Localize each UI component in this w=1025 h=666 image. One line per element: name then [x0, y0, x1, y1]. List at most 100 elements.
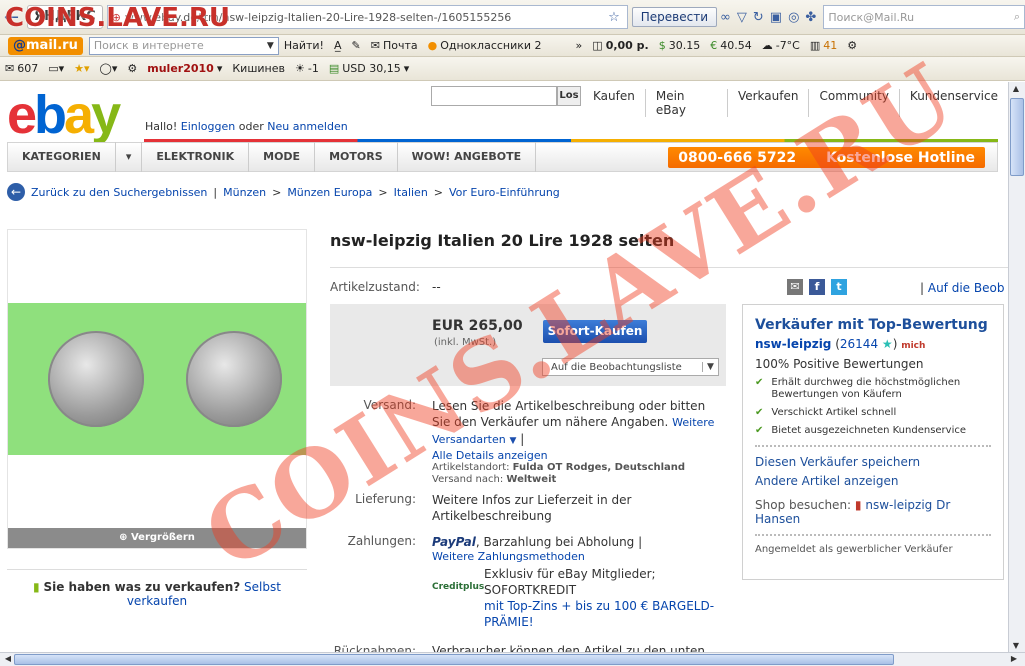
item-image-box[interactable]: ⊕ Vergrößern — [7, 229, 307, 549]
business-seller-note: Angemeldet als gewerblicher Verkäufer — [755, 544, 953, 555]
nav-kaufen[interactable]: Kaufen — [583, 89, 645, 117]
internet-search-field[interactable]: Поиск в интернете ▼ — [88, 36, 279, 55]
back-to-results-link[interactable]: Zurück zu den Suchergebnissen — [31, 186, 207, 199]
nav-verkaufen[interactable]: Verkaufen — [726, 89, 809, 117]
shipping-details-link[interactable]: Alle Details anzeigen — [432, 449, 722, 462]
ebay-search-input[interactable] — [431, 86, 557, 106]
mailru-logo[interactable]: @mail.ru — [8, 36, 83, 55]
username-menu[interactable]: muler2010 ▾ — [142, 62, 227, 75]
breadcrumb-item[interactable]: Vor Euro-Einführung — [449, 186, 560, 199]
gear-icon[interactable]: ⚙ — [122, 62, 142, 75]
coin-photo[interactable] — [8, 303, 306, 455]
breadcrumb: ← Zurück zu den Suchergebnissen | Münzen… — [7, 183, 560, 201]
settings-icon[interactable]: ⚙ — [842, 39, 862, 52]
seller-name-link[interactable]: nsw-leipzig — [755, 337, 831, 351]
notifications-indicator[interactable]: ▥ 41 — [805, 39, 842, 52]
nav-mein-ebay[interactable]: Mein eBay — [644, 89, 727, 117]
yandex-badge[interactable]: ЯНДЕКС — [27, 5, 103, 29]
category-wow-angebote[interactable]: WOW! ANGEBOTE — [398, 142, 537, 172]
dropdown-arrow-icon[interactable]: ▼ — [510, 436, 517, 446]
scroll-down-icon[interactable]: ▼ — [1009, 641, 1023, 650]
me-badge[interactable]: mich — [901, 341, 925, 351]
filter-icon[interactable]: ▽ — [734, 10, 750, 25]
horizontal-scroll-thumb[interactable] — [14, 654, 894, 665]
delivery-label: Lieferung: — [355, 492, 416, 506]
eur-rate[interactable]: €40.54 — [705, 39, 757, 52]
coin-obverse — [48, 331, 144, 427]
sun-icon: ☀ — [294, 62, 305, 75]
hotline-banner[interactable]: 0800-666 5722 Kostenlose Hotline — [668, 147, 985, 168]
chevron-down-icon[interactable]: ▾ — [116, 142, 143, 172]
breadcrumb-item[interactable]: Italien — [394, 186, 428, 199]
protect-icon[interactable]: ◎ — [785, 10, 802, 25]
search-submit-button[interactable]: Los — [557, 86, 581, 106]
more-payment-link[interactable]: Weitere Zahlungsmethoden — [432, 550, 722, 563]
creditplus-promo[interactable]: Exklusiv für eBay Mitglieder; SOFORTKRED… — [484, 566, 724, 630]
city-weather[interactable]: ☀ -1 — [290, 62, 324, 75]
payment-label: Zahlungen: — [347, 534, 416, 548]
font-size-icon[interactable]: A̲ — [329, 39, 347, 52]
sell-prompt: ▮ Sie haben was zu verkaufen? Selbst ver… — [7, 569, 307, 614]
mail-link[interactable]: ✉ Почта — [366, 39, 423, 52]
window-icon[interactable]: ▭▾ — [43, 62, 69, 75]
horizontal-scrollbar[interactable]: ◀ ▶ — [0, 652, 1025, 666]
find-button[interactable]: Найти! — [279, 39, 329, 52]
extensions-icon[interactable]: ✤ — [802, 10, 819, 25]
reload-icon[interactable]: ↻ — [750, 10, 767, 25]
usd-rate[interactable]: $30.15 — [654, 39, 706, 52]
shop-icon: ▮ — [854, 498, 862, 512]
register-link[interactable]: Neu anmelden — [267, 120, 347, 133]
login-link[interactable]: Einloggen — [181, 120, 235, 133]
highlight-icon[interactable]: ✎ — [347, 39, 366, 52]
usd-widget[interactable]: ▤ USD 30,15 ▾ — [324, 62, 414, 75]
odnoklassniki-link[interactable]: ● Одноклассники 2 — [423, 39, 547, 52]
ebay-logo[interactable]: ebay — [7, 88, 121, 142]
scroll-left-icon[interactable]: ◀ — [1, 654, 15, 663]
scroll-up-icon[interactable]: ▲ — [1009, 84, 1023, 93]
bookmark-star-icon[interactable]: ☆ — [605, 10, 623, 25]
breadcrumb-item[interactable]: Münzen — [223, 186, 266, 199]
creditplus-logo[interactable]: Creditplus — [432, 582, 484, 592]
email-share-icon[interactable]: ✉ — [787, 279, 803, 295]
twitter-icon[interactable]: t — [831, 279, 847, 295]
scroll-right-icon[interactable]: ▶ — [1007, 654, 1021, 663]
condition-label: Artikelzustand: — [330, 280, 420, 294]
mailru-search-input[interactable]: Поиск@Mail.Ru — [828, 11, 1014, 24]
search-icon[interactable]: ⌕ — [1014, 10, 1020, 24]
seller-score-link[interactable]: 26144 — [840, 337, 878, 351]
mail-counter[interactable]: ✉ 607 — [0, 62, 43, 75]
weather-indicator[interactable]: ☁ -7°C — [757, 39, 805, 52]
categories-menu[interactable]: KATEGORIEN — [8, 142, 116, 172]
bookmarks-icon[interactable]: ▣ — [767, 10, 785, 25]
mailru-search-box[interactable]: Поиск@Mail.Ru ⌕ — [823, 5, 1025, 29]
watchlist-button[interactable]: Auf die Beobachtungsliste ▼ — [542, 358, 719, 376]
nav-community[interactable]: Community — [808, 89, 898, 117]
buy-now-button[interactable]: Sofort-Kaufen — [543, 320, 647, 343]
category-elektronik[interactable]: ELEKTRONIK — [142, 142, 250, 172]
vertical-scrollbar[interactable]: ▲ ▼ — [1008, 82, 1025, 652]
chevron-down-icon[interactable]: ▼ — [702, 362, 718, 372]
euro-icon: € — [710, 39, 718, 52]
save-seller-link[interactable]: Diesen Verkäufer speichern — [755, 455, 991, 469]
address-bar[interactable]: ⊕ www.ebay.de/itm/nsw-leipzig-Italien-20… — [106, 5, 628, 29]
breadcrumb-item[interactable]: Münzen Europa — [287, 186, 372, 199]
favorites-star-icon[interactable]: ★▾ — [69, 62, 94, 75]
other-items-link[interactable]: Andere Artikel anzeigen — [755, 474, 991, 488]
city-label[interactable]: Кишинев — [227, 62, 290, 75]
category-motors[interactable]: MOTORS — [315, 142, 398, 172]
nav-kundenservice[interactable]: Kundenservice — [898, 89, 1008, 117]
more-chevron-icon[interactable]: » — [571, 39, 588, 52]
category-mode[interactable]: MODE — [249, 142, 316, 172]
back-arrow-icon[interactable]: ← — [7, 183, 25, 201]
wallet-indicator[interactable]: ◫ 0,00 р. — [587, 39, 653, 52]
reader-glasses-icon[interactable]: ∞ — [717, 10, 734, 25]
chat-bubble-icon[interactable]: ◯▾ — [95, 62, 123, 75]
vertical-scroll-thumb[interactable] — [1010, 98, 1024, 176]
chevron-down-icon[interactable]: ▼ — [267, 41, 274, 51]
zoom-bar[interactable]: ⊕ Vergrößern — [8, 528, 306, 548]
back-button[interactable]: ← — [0, 7, 23, 28]
watch-link[interactable]: | Auf die Beob — [920, 281, 1004, 295]
facebook-icon[interactable]: f — [809, 279, 825, 295]
translate-button[interactable]: Перевести — [631, 7, 718, 27]
seller-check: ✔ Bietet ausgezeichneten Kundenservice — [755, 425, 967, 436]
